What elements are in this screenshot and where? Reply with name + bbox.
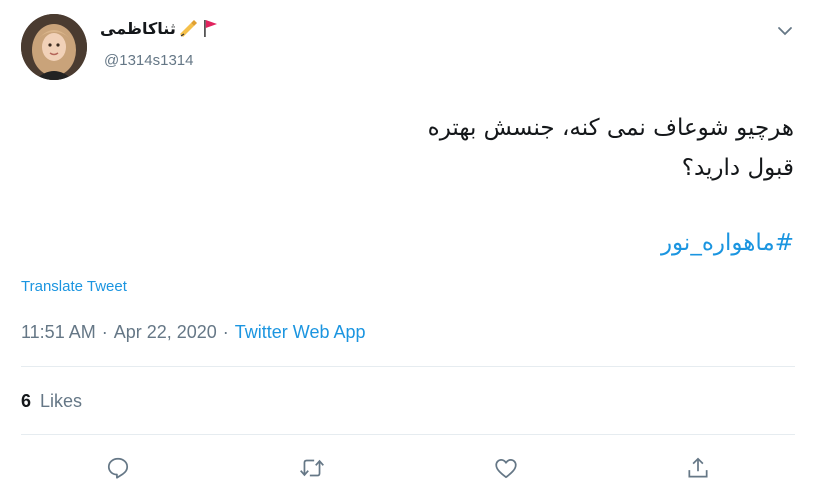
tweet-line: قبول دارید؟ [681, 155, 794, 181]
hashtag-link[interactable]: #ماهواره_نور [661, 230, 794, 256]
like-icon[interactable] [490, 452, 522, 484]
divider [21, 366, 795, 367]
meta-separator: · [101, 322, 108, 342]
likes-label: Likes [40, 391, 83, 411]
author-handle[interactable]: @1314s1314 [104, 52, 193, 69]
meta-separator: · [222, 322, 229, 342]
display-name-text: ثناکاظمی [100, 18, 176, 38]
likes-count: 6 [21, 391, 32, 411]
tweet-metadata: 11:51 AM · Apr 22, 2020 · Twitter Web Ap… [21, 322, 366, 343]
tweet-line: هرچیو شوعاف نمی کنه، جنسش بهتره [427, 115, 794, 141]
tweet-text: هرچیو شوعاف نمی کنه، جنسش بهتره قبول دار… [94, 108, 794, 188]
reply-icon[interactable] [102, 452, 134, 484]
tweet-date[interactable]: Apr 22, 2020 [114, 322, 217, 343]
translate-tweet-link[interactable]: Translate Tweet [21, 278, 127, 295]
chevron-down-icon[interactable] [770, 16, 800, 46]
likes-stat[interactable]: 6 Likes [21, 391, 82, 412]
red-flag-icon [202, 18, 218, 38]
tweet-time[interactable]: 11:51 AM [21, 322, 96, 343]
writing-hand-icon [178, 18, 200, 38]
retweet-icon[interactable] [296, 452, 328, 484]
share-icon[interactable] [682, 452, 714, 484]
avatar[interactable] [21, 14, 87, 80]
divider [21, 434, 795, 435]
tweet-source-link[interactable]: Twitter Web App [235, 322, 366, 343]
author-display-name[interactable]: ثناکاظمی [100, 18, 218, 38]
